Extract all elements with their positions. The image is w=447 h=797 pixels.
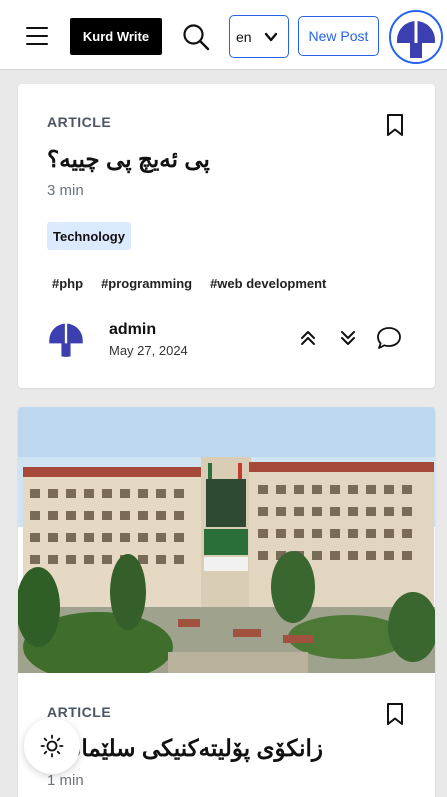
read-time: 1 min — [47, 772, 84, 789]
avatar-logo-icon — [391, 12, 441, 62]
avatar-logo-icon — [47, 319, 85, 357]
bookmark-icon[interactable] — [385, 113, 405, 137]
bookmark-icon[interactable] — [385, 702, 405, 726]
category-badge[interactable]: Technology — [47, 222, 131, 250]
language-value: en — [236, 28, 252, 45]
post-title[interactable]: پی ئەیچ پی چییە؟ — [47, 146, 210, 173]
author-avatar[interactable] — [47, 319, 85, 357]
menu-icon[interactable] — [26, 27, 48, 45]
post-date: May 27, 2024 — [109, 343, 188, 358]
chevron-down-icon — [264, 32, 278, 42]
downvote-icon[interactable] — [339, 329, 357, 347]
read-time: 3 min — [47, 182, 84, 199]
search-icon[interactable] — [181, 22, 211, 52]
upvote-icon[interactable] — [299, 329, 317, 347]
comment-icon[interactable] — [376, 326, 402, 350]
post-card[interactable]: ARTICLE زانکۆی پۆلیتەکنیکی سلێمانی 1 min — [18, 407, 435, 797]
post-kind-label: ARTICLE — [47, 114, 112, 130]
author-name[interactable]: admin — [109, 321, 156, 339]
tag-link[interactable]: #programming — [101, 276, 192, 291]
tag-list: #php #programming #web development — [52, 276, 326, 291]
new-post-button[interactable]: New Post — [298, 16, 379, 56]
theme-toggle-button[interactable] — [24, 718, 80, 774]
site-logo[interactable]: Kurd Write — [70, 18, 162, 55]
post-card[interactable]: ARTICLE پی ئەیچ پی چییە؟ 3 min Technolog… — [18, 84, 435, 388]
university-building-image — [18, 407, 435, 673]
tag-link[interactable]: #web development — [210, 276, 326, 291]
top-navbar: Kurd Write en New Post — [0, 0, 447, 70]
post-cover-image[interactable] — [18, 407, 435, 673]
tag-link[interactable]: #php — [52, 276, 83, 291]
user-avatar[interactable] — [389, 10, 443, 64]
sun-icon — [40, 734, 64, 758]
language-select[interactable]: en — [229, 15, 289, 58]
